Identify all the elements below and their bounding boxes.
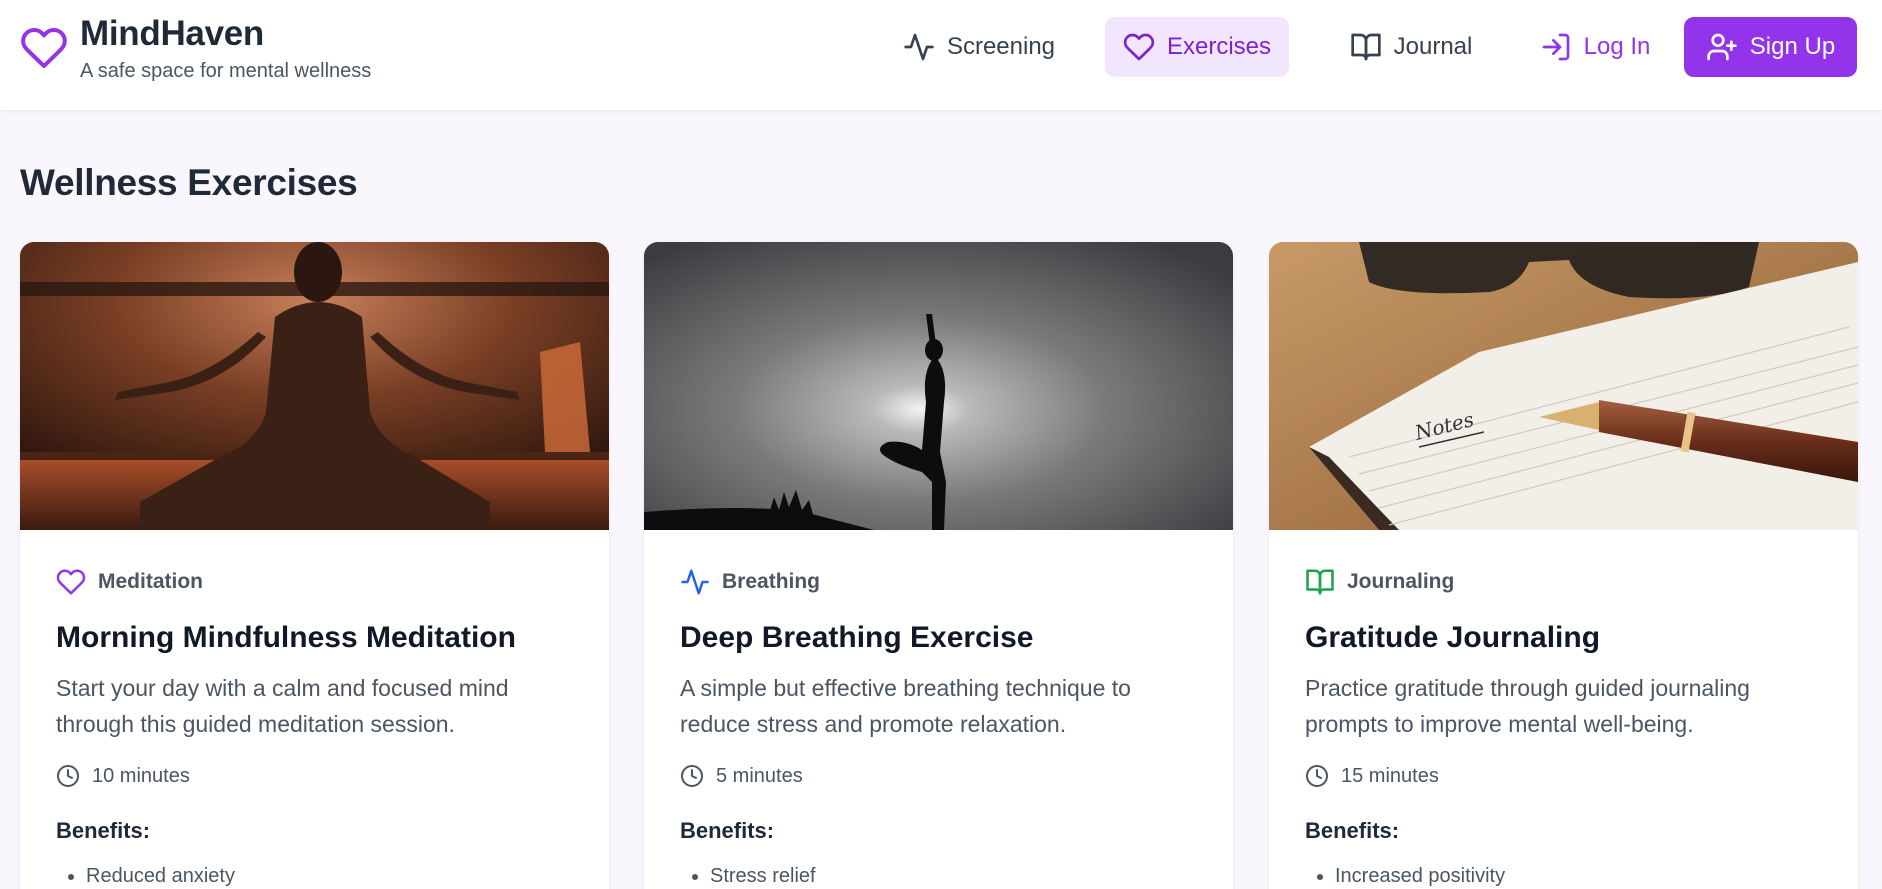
benefits-list: Stress relief xyxy=(680,862,1197,889)
card-description: Practice gratitude through guided journa… xyxy=(1305,675,1750,737)
brand-title: MindHaven xyxy=(80,14,264,53)
category-badge: Meditation xyxy=(56,566,573,598)
activity-icon xyxy=(681,569,709,595)
nav-journal-label: Journal xyxy=(1393,33,1473,60)
benefits-list: Reduced anxiety xyxy=(56,862,573,889)
nav-exercises-label: Exercises xyxy=(1166,33,1272,60)
duration-label: 10 minutes xyxy=(92,764,190,787)
page-title: Wellness Exercises xyxy=(20,162,358,203)
journaling-image: Notes xyxy=(1269,242,1858,530)
benefit-item: Increased positivity xyxy=(1335,862,1822,889)
heart-icon xyxy=(21,27,67,68)
duration-label: 15 minutes xyxy=(1341,764,1439,787)
card-title[interactable]: Deep Breathing Exercise xyxy=(680,620,1197,656)
login-button[interactable]: Log In xyxy=(1532,17,1658,77)
benefits-heading: Benefits: xyxy=(1305,818,1400,843)
duration: 5 minutes xyxy=(680,764,1197,788)
clock-icon xyxy=(1306,765,1328,787)
nav-screening-label: Screening xyxy=(946,33,1056,60)
clock-icon xyxy=(57,765,79,787)
benefits-heading: Benefits: xyxy=(56,818,151,843)
heart-icon xyxy=(56,569,86,595)
exercise-card[interactable]: Notes Journaling Gratitude Journaling Pr… xyxy=(1269,242,1858,889)
card-title[interactable]: Gratitude Journaling xyxy=(1305,620,1822,656)
category-label: Breathing xyxy=(722,570,821,593)
card-title[interactable]: Morning Mindfulness Meditation xyxy=(56,620,573,656)
benefits-heading: Benefits: xyxy=(680,818,775,843)
benefit-item: Stress relief xyxy=(710,862,1197,889)
duration: 10 minutes xyxy=(56,764,573,788)
category-badge: Breathing xyxy=(680,566,1197,598)
exercise-card[interactable]: Meditation Morning Mindfulness Meditatio… xyxy=(20,242,609,889)
exercise-card[interactable]: Breathing Deep Breathing Exercise A simp… xyxy=(644,242,1233,889)
brand-subtitle: A safe space for mental wellness xyxy=(80,60,372,82)
benefit-item: Reduced anxiety xyxy=(86,862,573,889)
card-description: A simple but effective breathing techniq… xyxy=(680,675,1131,737)
category-badge: Journaling xyxy=(1305,566,1822,598)
top-header: MindHaven A safe space for mental wellne… xyxy=(0,0,1882,111)
activity-icon xyxy=(904,33,934,61)
category-label: Journaling xyxy=(1347,570,1455,593)
login-label: Log In xyxy=(1583,33,1651,60)
clock-icon xyxy=(681,765,703,787)
benefits-list: Increased positivity xyxy=(1305,862,1822,889)
card-description: Start your day with a calm and focused m… xyxy=(56,675,509,737)
signup-label: Sign Up xyxy=(1749,33,1836,60)
category-label: Meditation xyxy=(98,570,203,593)
brand[interactable]: MindHaven A safe space for mental wellne… xyxy=(20,14,371,83)
book-open-icon xyxy=(1350,33,1381,61)
nav-journal[interactable]: Journal xyxy=(1336,17,1486,77)
duration: 15 minutes xyxy=(1305,764,1822,788)
nav-screening[interactable]: Screening xyxy=(894,17,1064,77)
breathing-image xyxy=(644,242,1233,530)
log-in-icon xyxy=(1542,33,1569,61)
user-plus-icon xyxy=(1707,33,1737,61)
heart-icon xyxy=(1123,33,1155,61)
signup-button[interactable]: Sign Up xyxy=(1684,17,1857,77)
nav-exercises[interactable]: Exercises xyxy=(1105,17,1289,77)
duration-label: 5 minutes xyxy=(716,764,803,787)
book-open-icon xyxy=(1306,569,1334,595)
meditation-image xyxy=(20,242,609,530)
